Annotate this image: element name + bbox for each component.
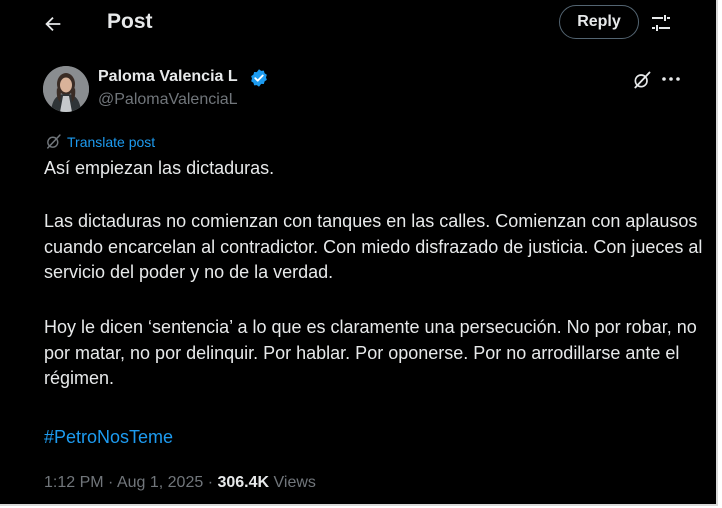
post-metadata: 1:12 PM · Aug 1, 2025 · 306.4K Views xyxy=(44,474,316,492)
grok-icon xyxy=(47,134,61,149)
verified-badge-icon[interactable] xyxy=(249,68,269,88)
more-horizontal-icon xyxy=(662,77,680,81)
page-title: Post xyxy=(107,10,153,33)
sliders-icon xyxy=(652,15,670,31)
grok-icon xyxy=(634,71,651,89)
avatar[interactable] xyxy=(43,66,89,112)
views-count: 306.4K xyxy=(217,474,270,491)
more-button[interactable] xyxy=(660,69,682,89)
translate-post-link[interactable]: Translate post xyxy=(45,133,155,150)
arrow-left-icon xyxy=(45,16,61,32)
views-label: Views xyxy=(273,474,316,491)
reply-button[interactable]: Reply xyxy=(559,5,639,39)
separator: · xyxy=(108,474,114,491)
author-display-name[interactable]: Paloma Valencia L xyxy=(98,68,238,86)
translate-post-label: Translate post xyxy=(67,133,156,150)
author-handle[interactable]: @PalomaValenciaL xyxy=(98,91,238,109)
avatar-image xyxy=(43,66,89,112)
post-time[interactable]: 1:12 PM xyxy=(44,474,104,491)
grok-button[interactable] xyxy=(632,70,652,90)
filter-button[interactable] xyxy=(649,11,673,35)
back-button[interactable] xyxy=(40,11,66,37)
top-bar: Post Reply xyxy=(0,0,716,46)
post-paragraph: Hoy le dicen ‘sentencia’ a lo que es cla… xyxy=(44,317,697,388)
post-paragraph: Las dictaduras no comienzan con tanques … xyxy=(44,211,703,282)
post-date[interactable]: Aug 1, 2025 xyxy=(117,474,203,491)
post-paragraph: Así empiezan las dictaduras. xyxy=(44,158,275,178)
separator: · xyxy=(207,474,214,491)
post-view: Post Reply Paloma Valencia L @PalomaVale… xyxy=(0,0,718,506)
hashtag-link[interactable]: #PetroNosTeme xyxy=(44,427,173,448)
